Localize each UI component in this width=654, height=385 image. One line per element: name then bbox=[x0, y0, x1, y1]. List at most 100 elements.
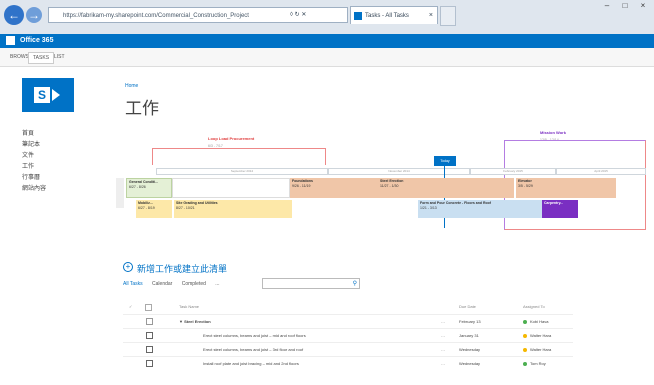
timeline-bar-fill bbox=[474, 178, 514, 198]
view-switcher: All Tasks Calendar Completed ... bbox=[123, 281, 227, 287]
timeline-edge bbox=[116, 178, 124, 208]
bar-date: 6/27 - 8/19 bbox=[138, 206, 155, 210]
row-checkbox[interactable] bbox=[146, 318, 153, 325]
row-checkbox[interactable] bbox=[146, 360, 153, 367]
timeline-bar-empty bbox=[172, 178, 290, 198]
search-icon[interactable]: ⚲ bbox=[353, 280, 357, 287]
timeline-month: February 2015 bbox=[470, 168, 556, 175]
task-assigned[interactable]: Walter Hara bbox=[523, 343, 551, 357]
nav-item-site-contents[interactable]: 網站內容 bbox=[22, 183, 46, 194]
milestone-label[interactable]: Loop Load Procurement bbox=[208, 136, 254, 141]
sharepoint-tab-icon bbox=[354, 12, 362, 20]
task-due: Wednesday bbox=[459, 361, 481, 366]
timeline-bar[interactable]: Steel Erection 11/27 - 1/30 bbox=[378, 178, 474, 198]
bar-date: 6/27 - 8/26 bbox=[129, 185, 146, 189]
address-text: https://fabrikam-my.sharepoint.com/Comme… bbox=[63, 13, 249, 19]
task-due: February 13 bbox=[459, 319, 481, 324]
task-assigned[interactable]: Tom Roy bbox=[523, 357, 546, 371]
breadcrumb[interactable]: Home bbox=[125, 83, 138, 89]
address-controls[interactable]: ◊ ↻ ✕ bbox=[290, 7, 306, 23]
table-row[interactable]: ▼ Steel Erection … February 13 Kobi Hava bbox=[123, 314, 573, 329]
table-row[interactable]: Install roof plate and joist bracing – m… bbox=[123, 356, 573, 371]
header-select-all[interactable] bbox=[145, 304, 152, 311]
timeline-bar[interactable]: Elevator 3/5 - 5/29 bbox=[516, 178, 616, 198]
timeline-bar[interactable]: Site Grading and Utilities 8/27 - 10/21 bbox=[174, 200, 292, 218]
close-tab-icon[interactable]: × bbox=[429, 7, 433, 25]
close-window-icon[interactable]: × bbox=[634, 0, 652, 12]
column-due-date[interactable]: Due Date bbox=[459, 302, 476, 312]
bar-label: Carpentry... bbox=[544, 201, 564, 205]
task-name[interactable]: Install roof plate and joist bracing – m… bbox=[203, 357, 299, 371]
today-marker: Today bbox=[434, 156, 456, 166]
row-menu-icon[interactable]: … bbox=[441, 357, 445, 371]
bar-date: 3/5 - 5/29 bbox=[518, 184, 533, 188]
timeline-bar[interactable]: Foundations 9/26 - 11/19 bbox=[290, 178, 378, 198]
row-menu-icon[interactable]: … bbox=[441, 329, 445, 343]
row-menu-icon[interactable]: … bbox=[441, 315, 445, 329]
row-checkbox[interactable] bbox=[146, 332, 153, 339]
column-task-name[interactable]: Task Name bbox=[179, 302, 199, 312]
task-assigned[interactable]: Walter Hara bbox=[523, 329, 551, 343]
header-options-icon[interactable]: ✓ bbox=[129, 302, 132, 312]
timeline-month: November 2014 bbox=[328, 168, 470, 175]
forward-icon[interactable]: → bbox=[26, 7, 42, 23]
table-header: ✓ Task Name Due Date Assigned To bbox=[123, 302, 573, 312]
presence-dot bbox=[523, 319, 527, 324]
page-title: 工作 bbox=[125, 99, 159, 119]
row-menu-icon[interactable]: … bbox=[441, 343, 445, 357]
task-name[interactable]: Erect steel columns, beams and joist – m… bbox=[203, 329, 306, 343]
maximize-icon[interactable]: □ bbox=[616, 0, 634, 12]
new-tab-button[interactable] bbox=[440, 6, 456, 26]
task-name[interactable]: Erect steel columns, beams and joist – 3… bbox=[203, 343, 303, 357]
task-due: Wednesday bbox=[459, 347, 481, 352]
timeline-bar[interactable]: Carpentry... bbox=[542, 200, 578, 218]
sharepoint-s-icon: S bbox=[34, 87, 50, 103]
new-task-link[interactable]: 新增工作或建立此清單 bbox=[137, 262, 227, 275]
milestone-label[interactable]: Mission Work bbox=[540, 130, 566, 135]
suite-bar: Office 365 bbox=[0, 34, 654, 48]
view-all-tasks[interactable]: All Tasks bbox=[123, 281, 143, 287]
timeline-month: September 2014 bbox=[156, 168, 328, 175]
bar-date: 11/27 - 1/30 bbox=[380, 184, 399, 188]
task-assigned[interactable]: Kobi Hava bbox=[523, 315, 548, 329]
table-row[interactable]: Erect steel columns, beams and joist – m… bbox=[123, 328, 573, 343]
bar-date: 8/27 - 10/21 bbox=[176, 206, 195, 210]
back-icon[interactable]: ← bbox=[4, 5, 24, 25]
office-logo-icon[interactable] bbox=[6, 36, 15, 45]
page-frame: ← → https://fabrikam-my.sharepoint.com/C… bbox=[0, 0, 654, 385]
nav-item-notebook[interactable]: 筆記本 bbox=[22, 139, 46, 150]
view-more[interactable]: ... bbox=[215, 281, 219, 287]
table-row[interactable]: Erect steel columns, beams and joist – 3… bbox=[123, 342, 573, 357]
sharepoint-logo[interactable]: S bbox=[22, 78, 74, 112]
suite-name[interactable]: Office 365 bbox=[20, 34, 53, 48]
search-input[interactable]: ⚲ bbox=[262, 278, 360, 289]
nav-item-calendar[interactable]: 行事曆 bbox=[22, 172, 46, 183]
presence-dot bbox=[523, 361, 527, 366]
bar-label: Form and Pour Concrete - Floors and Roof bbox=[420, 201, 491, 205]
task-due: January 31 bbox=[459, 333, 479, 338]
nav-item-tasks[interactable]: 工作 bbox=[22, 161, 46, 172]
presence-dot bbox=[523, 333, 527, 338]
timeline-bar[interactable]: Mobiliz... 6/27 - 8/19 bbox=[136, 200, 172, 218]
view-calendar[interactable]: Calendar bbox=[152, 281, 172, 287]
bar-date: 9/26 - 11/19 bbox=[292, 184, 311, 188]
task-name[interactable]: ▼ Steel Erection bbox=[179, 315, 211, 329]
tab-title: Tasks - All Tasks bbox=[365, 13, 409, 19]
timeline-bar[interactable]: General Conditi... 6/27 - 8/26 bbox=[126, 178, 172, 198]
presence-dot bbox=[523, 347, 527, 352]
nav-item-home[interactable]: 首頁 bbox=[22, 128, 46, 139]
add-task-icon[interactable]: + bbox=[123, 262, 133, 272]
browser-chrome: ← → https://fabrikam-my.sharepoint.com/C… bbox=[0, 0, 654, 35]
quick-launch: 首頁 筆記本 文件 工作 行事曆 網站內容 bbox=[22, 128, 46, 194]
timeline-month: April 2015 bbox=[556, 168, 646, 175]
column-assigned-to[interactable]: Assigned To bbox=[523, 302, 545, 312]
nav-item-documents[interactable]: 文件 bbox=[22, 150, 46, 161]
timeline-bar[interactable]: Form and Pour Concrete - Floors and Roof… bbox=[418, 200, 542, 218]
browser-tab[interactable]: Tasks - All Tasks × bbox=[350, 6, 438, 24]
ribbon: BROWSE TASKS LIST bbox=[0, 48, 654, 67]
sharepoint-arrow-icon bbox=[52, 89, 60, 101]
view-completed[interactable]: Completed bbox=[182, 281, 206, 287]
row-checkbox[interactable] bbox=[146, 346, 153, 353]
tab-list[interactable]: LIST bbox=[50, 52, 69, 62]
minimize-icon[interactable]: – bbox=[598, 0, 616, 12]
